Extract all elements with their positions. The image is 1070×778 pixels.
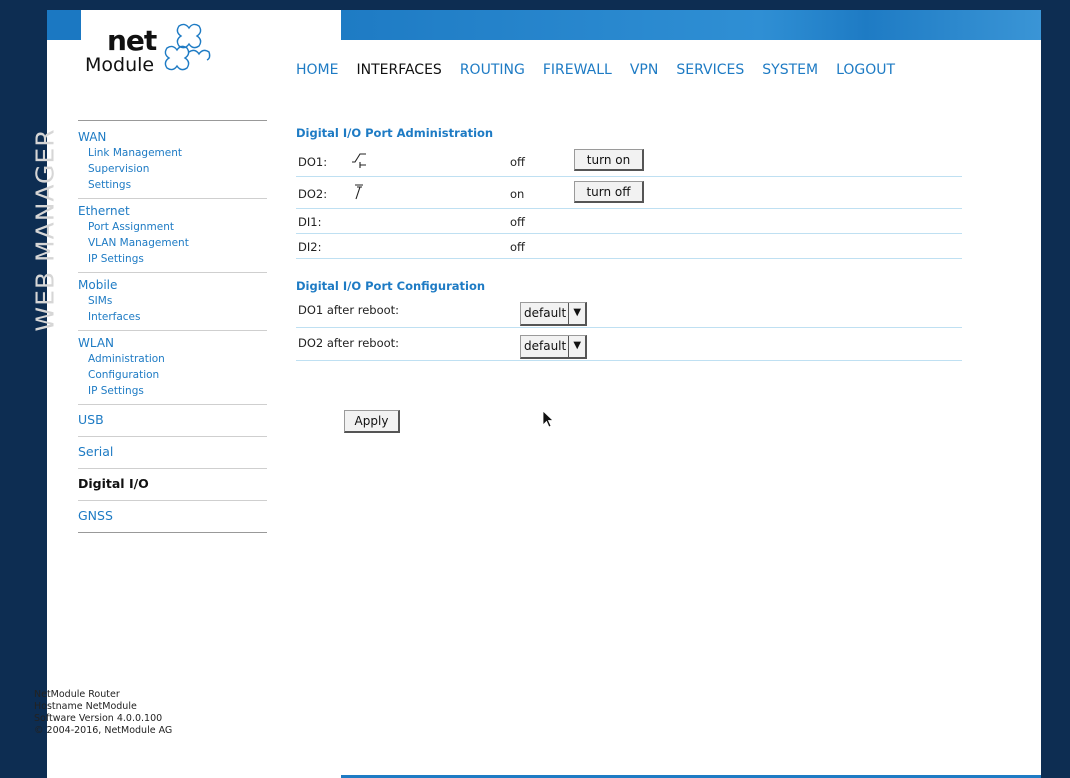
sidebar-item-ethernet-ip-settings[interactable]: IP Settings (78, 251, 267, 267)
footer-hostname: Hostname NetModule (34, 701, 137, 712)
di2-label: DI2: (298, 240, 322, 254)
di1-row: DI1: off (296, 209, 962, 234)
di1-label: DI1: (298, 215, 322, 229)
sidebar-group-serial: Serial (78, 436, 267, 468)
do1-row: DO1: off turn on (296, 146, 962, 177)
do1-state: off (510, 155, 525, 169)
nav-interfaces[interactable]: INTERFACES (356, 62, 441, 78)
sidebar-group-ethernet: Ethernet Port Assignment VLAN Management… (78, 198, 267, 272)
sidebar-item-vlan-management[interactable]: VLAN Management (78, 235, 267, 251)
do1-reboot-label: DO1 after reboot: (298, 303, 400, 317)
sidebar-group-mobile: Mobile SIMs Interfaces (78, 272, 267, 330)
nav-routing[interactable]: ROUTING (460, 62, 525, 78)
main-nav: HOME INTERFACES ROUTING FIREWALL VPN SER… (296, 62, 913, 78)
do1-reboot-select[interactable]: default ▼ (520, 302, 588, 326)
sidebar-group-gnss: GNSS (78, 500, 267, 533)
apply-button[interactable]: Apply (344, 410, 400, 433)
puzzle-icon (164, 23, 211, 71)
do1-turn-on-button[interactable]: turn on (574, 149, 644, 171)
switch-open-icon (352, 153, 366, 168)
sidebar-item-usb[interactable]: USB (78, 412, 267, 428)
header-band (341, 10, 1041, 40)
web-manager-watermark: WEB MANAGER (30, 120, 60, 340)
sidebar-group-wlan: WLAN Administration Configuration IP Set… (78, 330, 267, 404)
sidebar-item-wlan-ip-settings[interactable]: IP Settings (78, 383, 267, 399)
footer-copyright: © 2004-2016, NetModule AG (34, 725, 173, 736)
do2-row: DO2: on turn off (296, 177, 962, 209)
nav-logout[interactable]: LOGOUT (836, 62, 895, 78)
do2-turn-off-button[interactable]: turn off (574, 181, 644, 203)
do1-label: DO1: (298, 155, 328, 169)
sidebar-item-wan[interactable]: WAN (78, 129, 267, 145)
sidebar-group-digital-io: Digital I/O (78, 468, 267, 500)
do2-state: on (510, 187, 525, 201)
di1-state: off (510, 215, 525, 229)
sidebar-item-ethernet[interactable]: Ethernet (78, 203, 267, 219)
mouse-cursor-icon (542, 410, 555, 428)
sidebar-item-digital-io[interactable]: Digital I/O (78, 476, 267, 492)
do1-reboot-row: DO1 after reboot: default ▼ (296, 297, 962, 328)
sidebar: WAN Link Management Supervision Settings… (78, 120, 267, 533)
di2-row: DI2: off (296, 234, 962, 259)
do2-label: DO2: (298, 187, 328, 201)
header-left-tab (47, 10, 81, 40)
do2-reboot-select[interactable]: default ▼ (520, 335, 588, 359)
logo-net-text: net (107, 24, 157, 57)
do2-reboot-row: DO2 after reboot: default ▼ (296, 328, 962, 361)
nav-firewall[interactable]: FIREWALL (543, 62, 612, 78)
di2-state: off (510, 240, 525, 254)
do2-reboot-value: default (524, 339, 567, 353)
sidebar-item-wlan-configuration[interactable]: Configuration (78, 367, 267, 383)
nav-services[interactable]: SERVICES (676, 62, 744, 78)
switch-closed-icon (355, 184, 363, 200)
config-section-title: Digital I/O Port Configuration (296, 279, 486, 293)
nav-home[interactable]: HOME (296, 62, 338, 78)
nav-vpn[interactable]: VPN (630, 62, 659, 78)
sidebar-item-serial[interactable]: Serial (78, 444, 267, 460)
sidebar-item-port-assignment[interactable]: Port Assignment (78, 219, 267, 235)
logo-module-text: Module (85, 54, 155, 76)
watermark-text: WEB MANAGER (30, 128, 60, 332)
netmodule-logo: net Module (84, 23, 214, 84)
footer-info: NetModule Router Hostname NetModule Soft… (34, 689, 172, 737)
do1-reboot-value: default (524, 306, 567, 320)
chevron-down-icon: ▼ (568, 303, 585, 324)
sidebar-group-usb: USB (78, 404, 267, 436)
do2-reboot-label: DO2 after reboot: (298, 336, 400, 350)
sidebar-item-mobile[interactable]: Mobile (78, 277, 267, 293)
sidebar-item-mobile-interfaces[interactable]: Interfaces (78, 309, 267, 325)
sidebar-item-wlan-administration[interactable]: Administration (78, 351, 267, 367)
main-content: Digital I/O Port Administration DO1: off… (296, 116, 962, 433)
nav-system[interactable]: SYSTEM (762, 62, 818, 78)
footer-product: NetModule Router (34, 689, 120, 700)
chevron-down-icon: ▼ (568, 336, 585, 357)
admin-section-title: Digital I/O Port Administration (296, 126, 494, 140)
sidebar-item-gnss[interactable]: GNSS (78, 508, 267, 524)
sidebar-item-wan-settings[interactable]: Settings (78, 177, 267, 193)
sidebar-item-sims[interactable]: SIMs (78, 293, 267, 309)
sidebar-group-wan: WAN Link Management Supervision Settings (78, 120, 267, 198)
sidebar-item-wlan[interactable]: WLAN (78, 335, 267, 351)
sidebar-item-supervision[interactable]: Supervision (78, 161, 267, 177)
sidebar-item-link-management[interactable]: Link Management (78, 145, 267, 161)
footer-version: Software Version 4.0.0.100 (34, 713, 163, 724)
